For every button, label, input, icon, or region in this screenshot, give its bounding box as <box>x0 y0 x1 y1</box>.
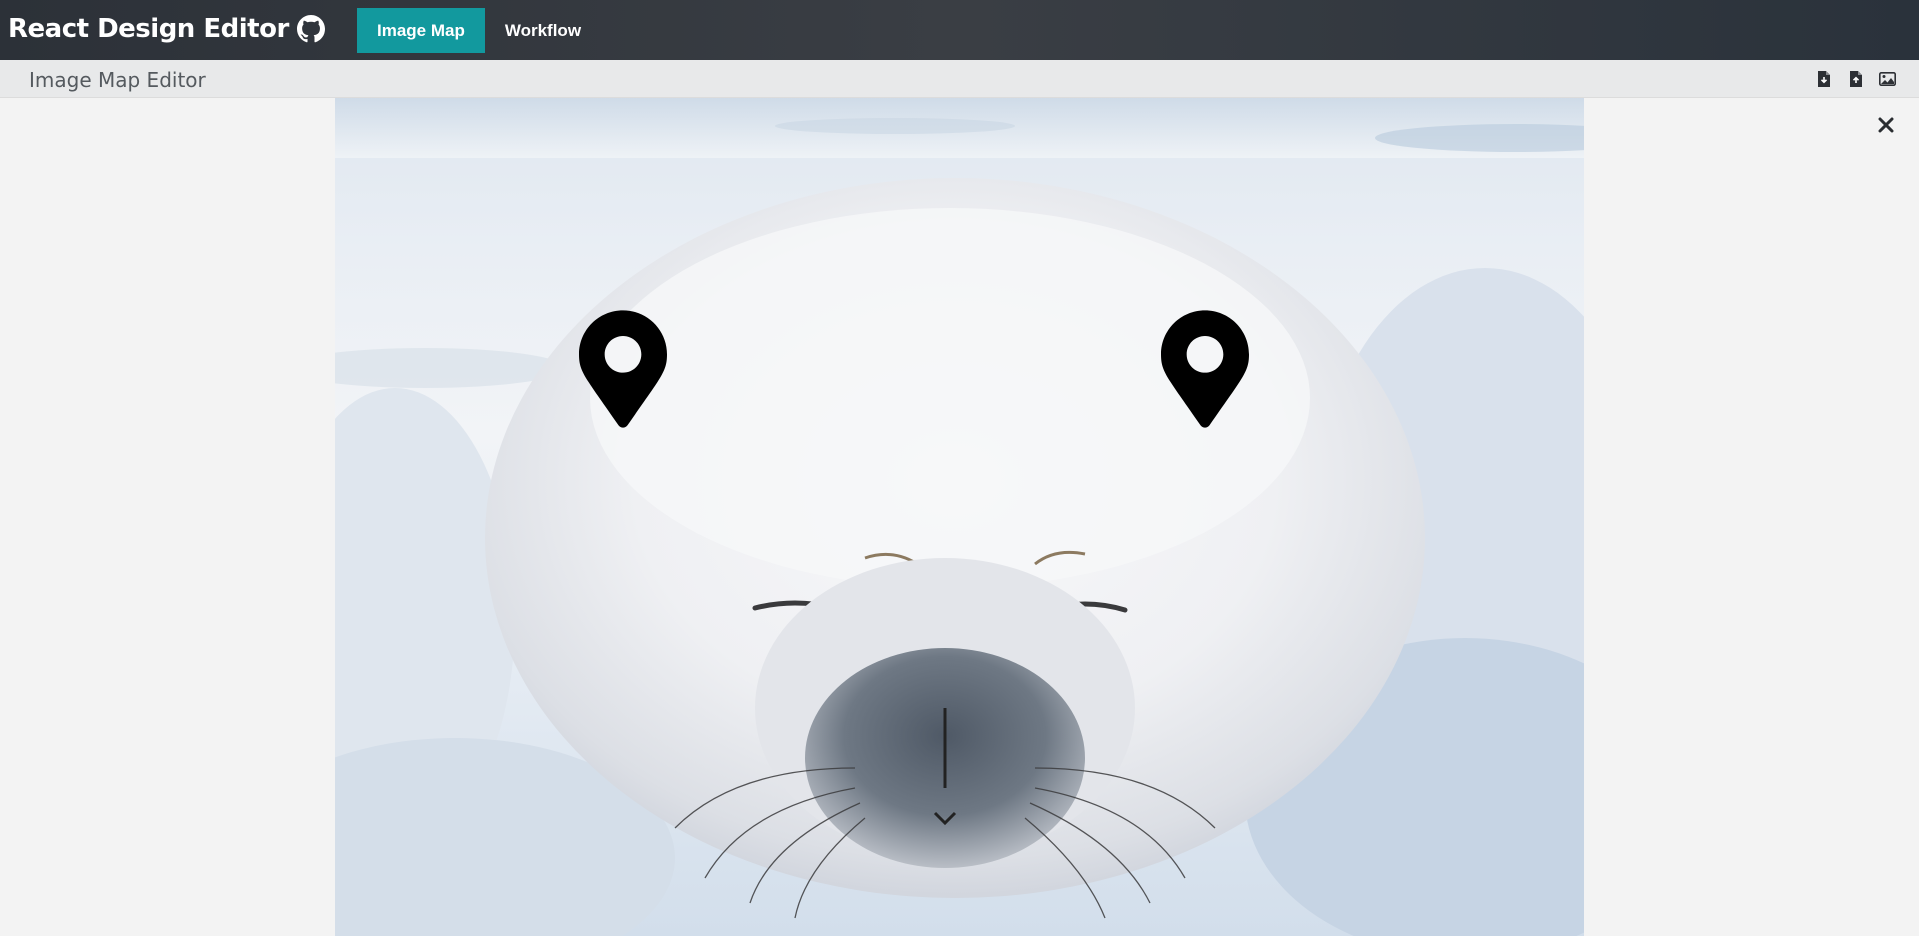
page-title: Image Map Editor <box>29 68 206 92</box>
map-marker-icon[interactable] <box>1161 310 1249 428</box>
nav-tab-image-map[interactable]: Image Map <box>357 8 485 53</box>
seal-image <box>335 98 1584 936</box>
close-icon <box>1878 117 1894 133</box>
image-map-canvas[interactable] <box>335 98 1584 936</box>
app-title: React Design Editor <box>8 14 289 44</box>
nav-tab-label: Image Map <box>377 20 465 40</box>
file-upload-icon[interactable] <box>1846 69 1865 88</box>
file-download-icon[interactable] <box>1814 69 1833 88</box>
canvas-workspace[interactable] <box>0 98 1919 936</box>
map-marker-icon[interactable] <box>579 310 667 428</box>
editor-header: Image Map Editor <box>0 60 1919 98</box>
github-icon[interactable] <box>296 15 325 43</box>
app-brand[interactable]: React Design Editor <box>8 14 325 44</box>
close-button[interactable] <box>1873 112 1899 138</box>
header-toolbar <box>1814 69 1897 88</box>
nav-tab-label: Workflow <box>504 20 582 40</box>
nav-tab-workflow[interactable]: Workflow <box>485 8 601 53</box>
image-icon[interactable] <box>1878 69 1897 88</box>
top-navbar: React Design Editor Image Map Workflow <box>0 0 1919 60</box>
main-nav: Image Map Workflow <box>357 8 601 53</box>
